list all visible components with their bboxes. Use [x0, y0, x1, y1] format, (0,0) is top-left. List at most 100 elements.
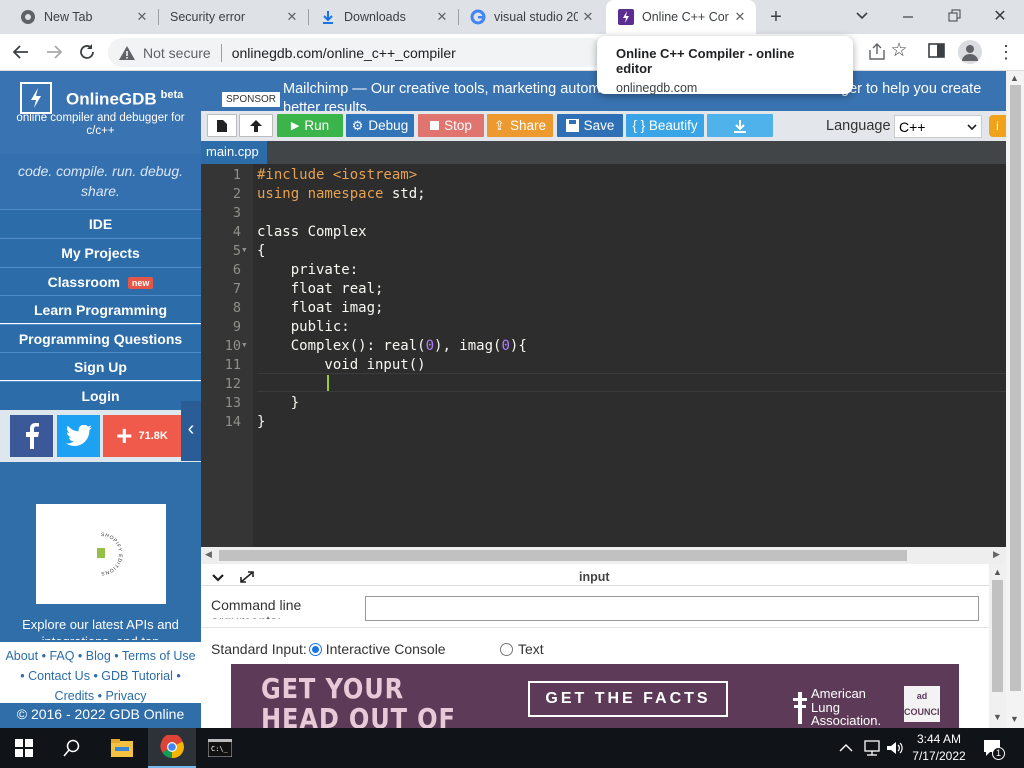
chrome-taskbar-icon[interactable] [148, 728, 196, 768]
scroll-down-icon[interactable]: ▼ [993, 712, 1002, 722]
nav-classroom[interactable]: Classroom new [0, 267, 201, 295]
code-line[interactable]: void input() [257, 357, 425, 373]
footer-link-privacy[interactable]: Privacy [105, 689, 146, 703]
address-bar[interactable]: Not secure onlinegdb.com/online_c++_comp… [108, 38, 604, 67]
share-page-icon[interactable] [866, 41, 888, 63]
radio-interactive-console[interactable] [308, 642, 322, 656]
window-close-icon[interactable]: ✕ [990, 6, 1010, 26]
close-icon[interactable]: ✕ [132, 9, 152, 25]
sponsor-text[interactable]: Mailchimp — Our creative tools, marketin… [283, 81, 609, 97]
back-arrow-icon[interactable] [10, 42, 32, 62]
side-panel-icon[interactable] [928, 43, 946, 59]
tray-chevron-up-icon[interactable] [836, 740, 856, 756]
twitter-share-button[interactable] [57, 415, 100, 457]
code-line[interactable]: public: [257, 319, 350, 335]
file-tab-main-cpp[interactable]: main.cpp [201, 141, 267, 164]
scroll-right-icon[interactable]: ▶ [993, 549, 1000, 560]
security-label[interactable]: Not secure [143, 45, 211, 61]
volume-icon[interactable] [885, 739, 905, 757]
brand-name[interactable]: OnlineGDB beta [66, 89, 183, 110]
close-icon[interactable]: ✕ [282, 9, 302, 25]
collapse-sidebar-chevron-icon[interactable]: ‹ [181, 401, 201, 461]
search-icon[interactable] [48, 728, 96, 768]
save-button[interactable]: Save [557, 114, 623, 137]
minimize-icon[interactable] [898, 8, 918, 24]
bookmark-star-icon[interactable]: ☆ [888, 39, 910, 61]
restore-icon[interactable] [944, 7, 964, 25]
tab-search-chevron-icon[interactable] [852, 8, 872, 24]
url-text[interactable]: onlinegdb.com/online_c++_compiler [232, 45, 456, 61]
download-button[interactable] [707, 114, 773, 137]
scroll-down-icon[interactable]: ▼ [1010, 714, 1019, 724]
editor-horizontal-scrollbar[interactable]: ◀ ▶ [201, 547, 1006, 564]
interactive-console-label[interactable]: Interactive Console [326, 641, 446, 657]
browser-tab-online-cpp[interactable]: Online C++ Cor ✕ [606, 0, 756, 34]
settings-gear-icon[interactable]: i [989, 115, 1006, 137]
network-icon[interactable] [861, 739, 883, 757]
windows-start-icon[interactable] [0, 728, 48, 768]
debug-button[interactable]: ⚙ Debug [346, 114, 414, 137]
io-vertical-scrollbar[interactable]: ▲ ▼ [989, 564, 1006, 728]
code-line[interactable]: float imag; [257, 300, 384, 316]
code-line[interactable]: { [257, 243, 265, 259]
more-share-button[interactable]: + 71.8K [103, 415, 181, 457]
scroll-up-icon[interactable]: ▲ [1010, 73, 1019, 83]
expand-arrows-icon[interactable] [239, 570, 255, 584]
browser-tab-new-tab[interactable]: New Tab ✕ [8, 0, 158, 34]
ad-headline[interactable]: GET YOUR HEAD OUT OF THE CLOUD [261, 674, 459, 729]
text-option-label[interactable]: Text [518, 641, 544, 657]
stop-button[interactable]: Stop [418, 114, 484, 137]
browser-tab-security-error[interactable]: Security error ✕ [158, 0, 308, 34]
code-line[interactable]: #include <iostream> [257, 167, 417, 183]
sponsor-text-continued[interactable]: ger to help you create [841, 81, 981, 97]
new-tab-plus-icon[interactable]: + [764, 6, 788, 28]
share-button[interactable]: ⇪ Share [487, 114, 553, 137]
file-explorer-icon[interactable] [98, 728, 146, 768]
shopify-editions-badge[interactable]: SHOPIFY EDITIONS [36, 504, 166, 604]
scrollbar-thumb[interactable] [992, 580, 1003, 692]
page-scrollbar[interactable]: ▲ ▼ [1006, 71, 1024, 728]
onlinegdb-logo-icon[interactable] [20, 82, 52, 114]
code-line[interactable]: private: [257, 262, 358, 278]
run-button[interactable]: ▶ Run [277, 114, 343, 137]
facebook-share-button[interactable] [10, 415, 53, 457]
code-editor[interactable]: 1 2 3 4 5 ▾ 6 7 8 9 10 ▾ 11 12 13 14 #in… [201, 164, 1006, 547]
cmd-args-input[interactable] [365, 596, 979, 621]
footer-link-terms[interactable]: Terms of Use [122, 649, 196, 663]
code-line[interactable]: float real; [257, 281, 384, 297]
get-the-facts-button[interactable]: GET THE FACTS [528, 681, 728, 717]
footer-link-contact[interactable]: Contact Us [28, 669, 90, 683]
fold-arrow-icon[interactable]: ▾ [241, 243, 248, 256]
notifications-icon[interactable]: 1 [982, 738, 1008, 760]
reload-icon[interactable] [76, 41, 98, 63]
nav-sign-up[interactable]: Sign Up [0, 352, 201, 380]
nav-ide[interactable]: IDE [0, 209, 201, 237]
footer-link-about[interactable]: About [5, 649, 38, 663]
close-icon[interactable]: ✕ [432, 9, 452, 25]
code-line[interactable]: class Complex [257, 224, 367, 240]
language-select[interactable]: C++ [894, 115, 982, 138]
code-line[interactable]: using namespace std; [257, 186, 426, 202]
close-icon[interactable]: ✕ [730, 9, 750, 25]
nav-programming-questions[interactable]: Programming Questions [0, 324, 201, 352]
sponsor-text-line2[interactable]: better results. [283, 100, 371, 111]
terminal-icon[interactable]: C:\_ [196, 728, 244, 768]
browser-tab-downloads[interactable]: Downloads ✕ [308, 0, 458, 34]
scroll-left-icon[interactable]: ◀ [205, 549, 212, 560]
upload-file-button[interactable] [239, 114, 273, 137]
beautify-button[interactable]: { } Beautify [626, 114, 704, 137]
scrollbar-thumb[interactable] [1010, 85, 1021, 691]
clock[interactable]: 3:44 AM 7/17/2022 [906, 731, 972, 765]
sidebar-ad-text[interactable]: Explore our latest APIs and integrations… [10, 616, 191, 640]
chrome-menu-icon[interactable]: ⋮ [996, 40, 1016, 64]
nav-learn-programming[interactable]: Learn Programming [0, 295, 201, 323]
footer-link-credits[interactable]: Credits [55, 689, 95, 703]
footer-link-faq[interactable]: FAQ [49, 649, 74, 663]
nav-login[interactable]: Login [0, 381, 201, 410]
scroll-up-icon[interactable]: ▲ [993, 567, 1002, 577]
code-line[interactable]: } [257, 414, 265, 430]
browser-tab-visual-studio[interactable]: visual studio 20 ✕ [458, 0, 604, 34]
forward-arrow-icon[interactable] [43, 42, 65, 62]
code-line[interactable]: Complex(): real(0), imag(0){ [257, 338, 527, 354]
nav-my-projects[interactable]: My Projects [0, 238, 201, 266]
